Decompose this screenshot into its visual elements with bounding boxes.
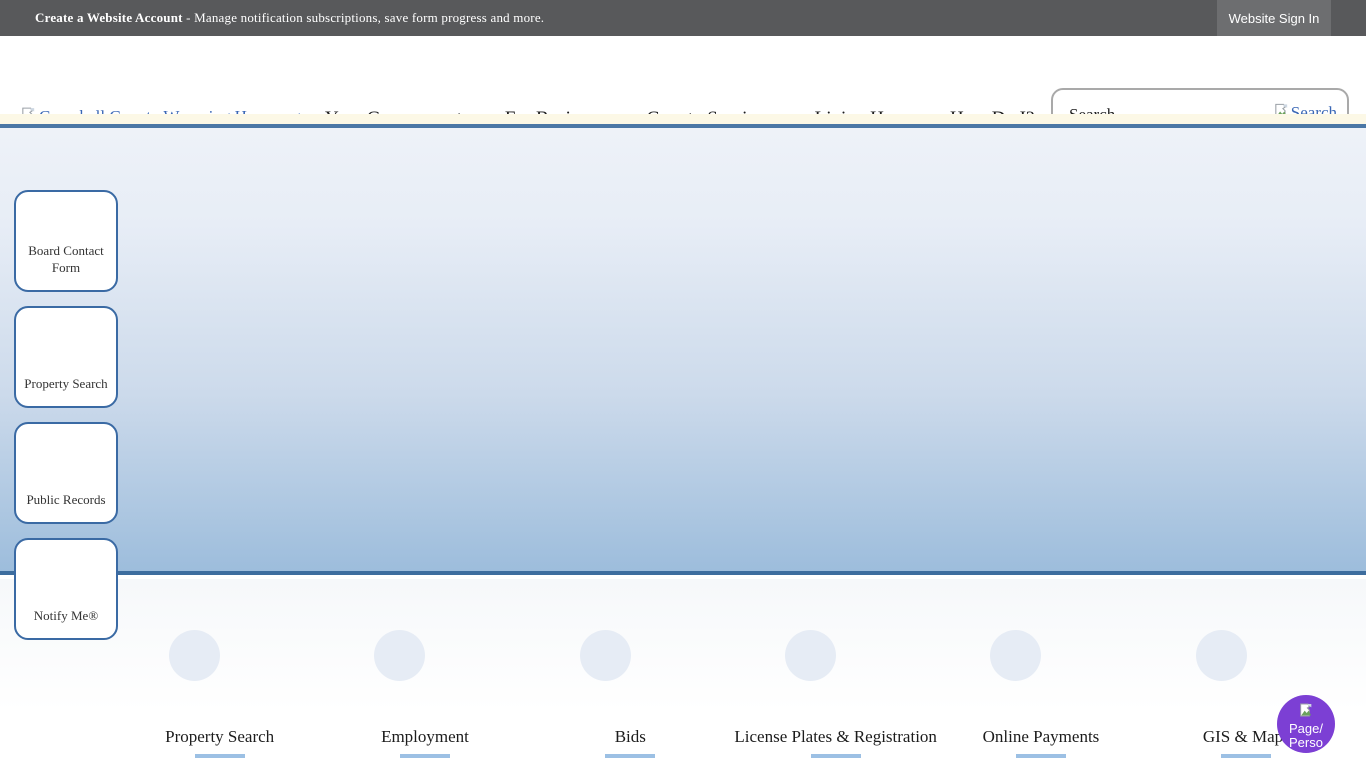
broken-image-icon [1298,702,1314,721]
quick-link-underline [605,754,655,758]
quick-link-license-plates-registration[interactable]: License Plates & Registration [733,630,938,758]
quick-link-employment[interactable]: Employment [322,630,527,758]
quick-link-icon-placeholder [169,630,220,681]
quick-link-bids[interactable]: Bids [528,630,733,758]
sidebar-button-label: Notify Me® [34,608,98,625]
persona-widget-text-line2: Perso [1289,736,1323,750]
site-header: Campbell County Wyoming Homepage Your Go… [0,36,1366,114]
sidebar-button-label: Public Records [26,492,105,509]
header-cream-strip [0,114,1366,124]
quick-link-underline [195,754,245,758]
quick-link-online-payments[interactable]: Online Payments [938,630,1143,758]
sidebar-button-label: Property Search [24,376,107,393]
sidebar-button-notify-me[interactable]: Notify Me® [14,538,118,640]
account-promo-rest: - Manage notification subscriptions, sav… [183,10,545,25]
sidebar-button-board-contact-form[interactable]: Board Contact Form [14,190,118,292]
quick-link-underline [811,754,861,758]
quick-link-icon-placeholder [785,630,836,681]
quick-link-icon-placeholder [1196,630,1247,681]
sidebar-button-public-records[interactable]: Public Records [14,422,118,524]
hero-banner [0,128,1366,575]
account-promo-message[interactable]: Create a Website Account - Manage notifi… [35,10,544,26]
quick-links-row: Property Search Employment Bids License … [117,630,1349,758]
account-promo-bold: Create a Website Account [35,10,183,25]
sidebar-button-label: Board Contact Form [24,243,108,277]
quick-link-underline [400,754,450,758]
top-utility-bar: Create a Website Account - Manage notifi… [0,0,1366,36]
quick-link-property-search[interactable]: Property Search [117,630,322,758]
persona-widget-text-line1: Page/ [1289,722,1323,736]
quick-link-icon-placeholder [374,630,425,681]
page-personalization-widget[interactable]: Page/ Perso [1277,695,1335,753]
sign-in-label: Website Sign In [1229,11,1320,26]
quick-link-icon-placeholder [580,630,631,681]
quick-link-underline [1221,754,1271,758]
sidebar-button-property-search[interactable]: Property Search [14,306,118,408]
website-sign-in-button[interactable]: Website Sign In [1217,0,1331,36]
quick-link-icon-placeholder [990,630,1041,681]
quick-link-underline [1016,754,1066,758]
